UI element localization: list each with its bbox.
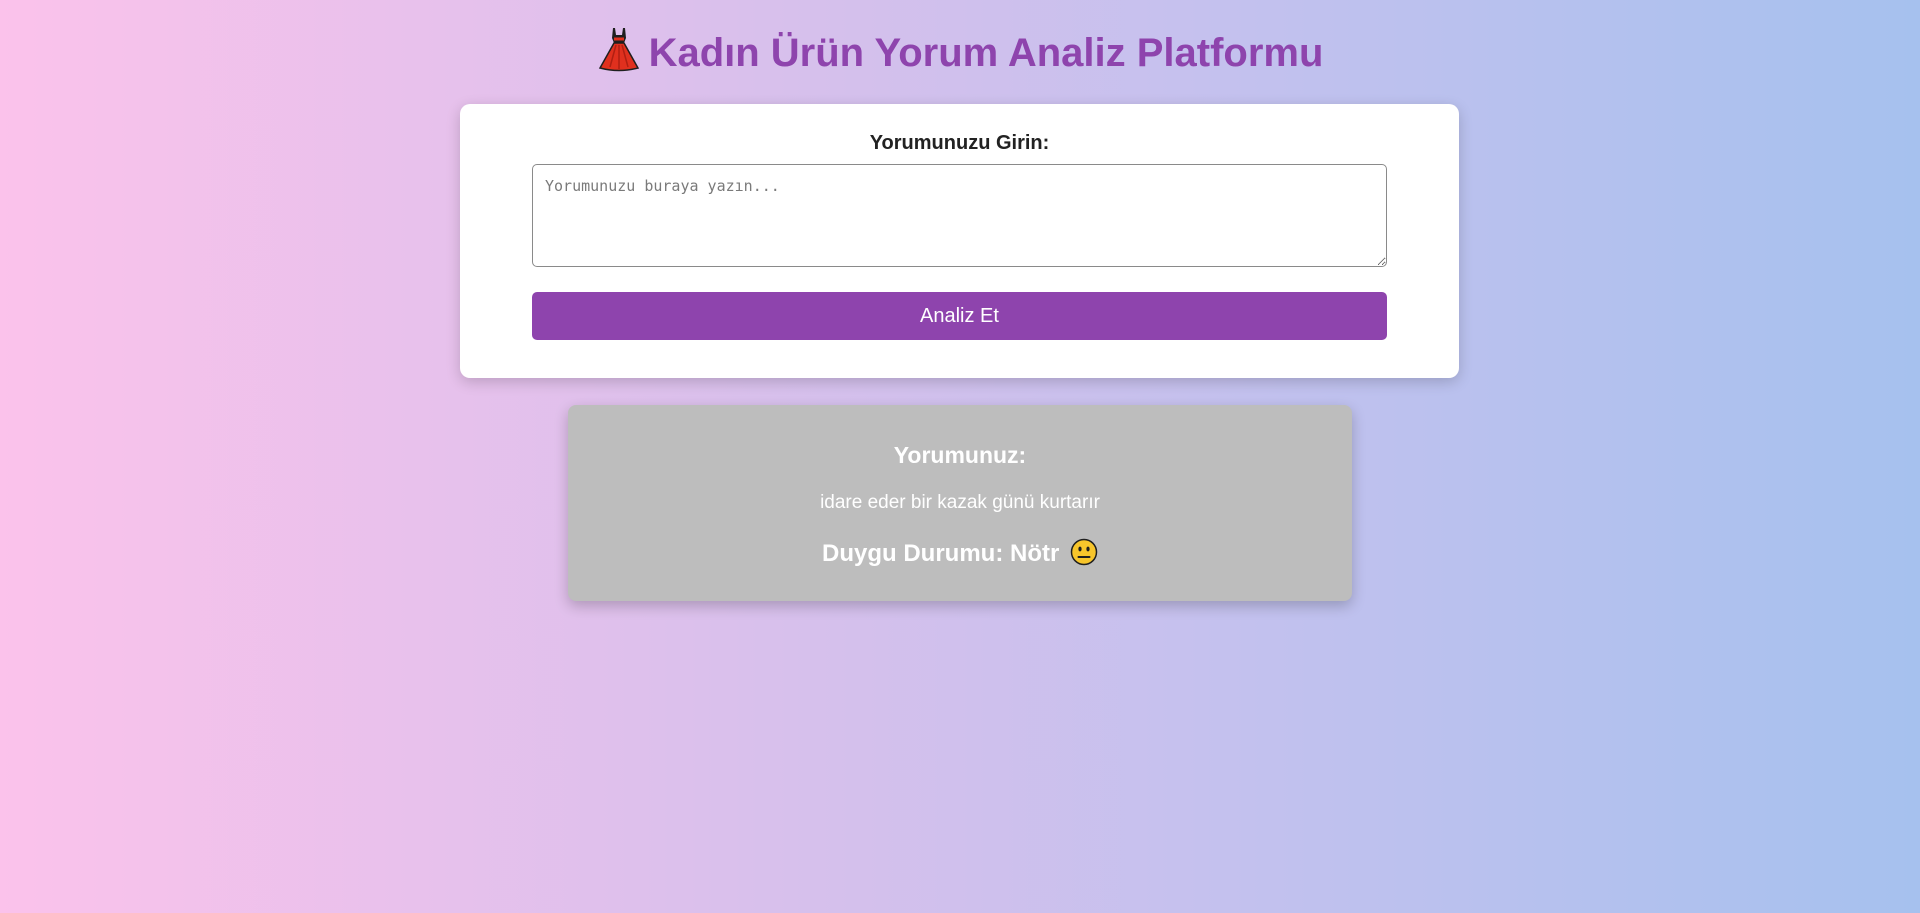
sentiment-text: Duygu Durumu: Nötr (822, 540, 1060, 567)
result-card: Yorumunuz: idare eder bir kazak günü kur… (568, 405, 1352, 601)
input-card: Yorumunuzu Girin: Analiz Et (460, 104, 1459, 378)
input-label: Yorumunuzu Girin: (869, 132, 1050, 154)
result-sentiment: Duygu Durumu: Nötr (568, 537, 1352, 571)
analyze-button[interactable]: Analiz Et (532, 292, 1387, 340)
result-comment: idare eder bir kazak günü kurtarır (820, 492, 1100, 513)
dress-icon (597, 26, 641, 72)
neutral-face-icon (1070, 538, 1098, 566)
result-heading: Yorumunuz: (893, 442, 1027, 468)
page-title: Kadın Ürün Yorum Analiz Platformu (0, 26, 1920, 79)
comment-input[interactable] (532, 164, 1387, 267)
page-title-text: Kadın Ürün Yorum Analiz Platformu (648, 31, 1324, 75)
